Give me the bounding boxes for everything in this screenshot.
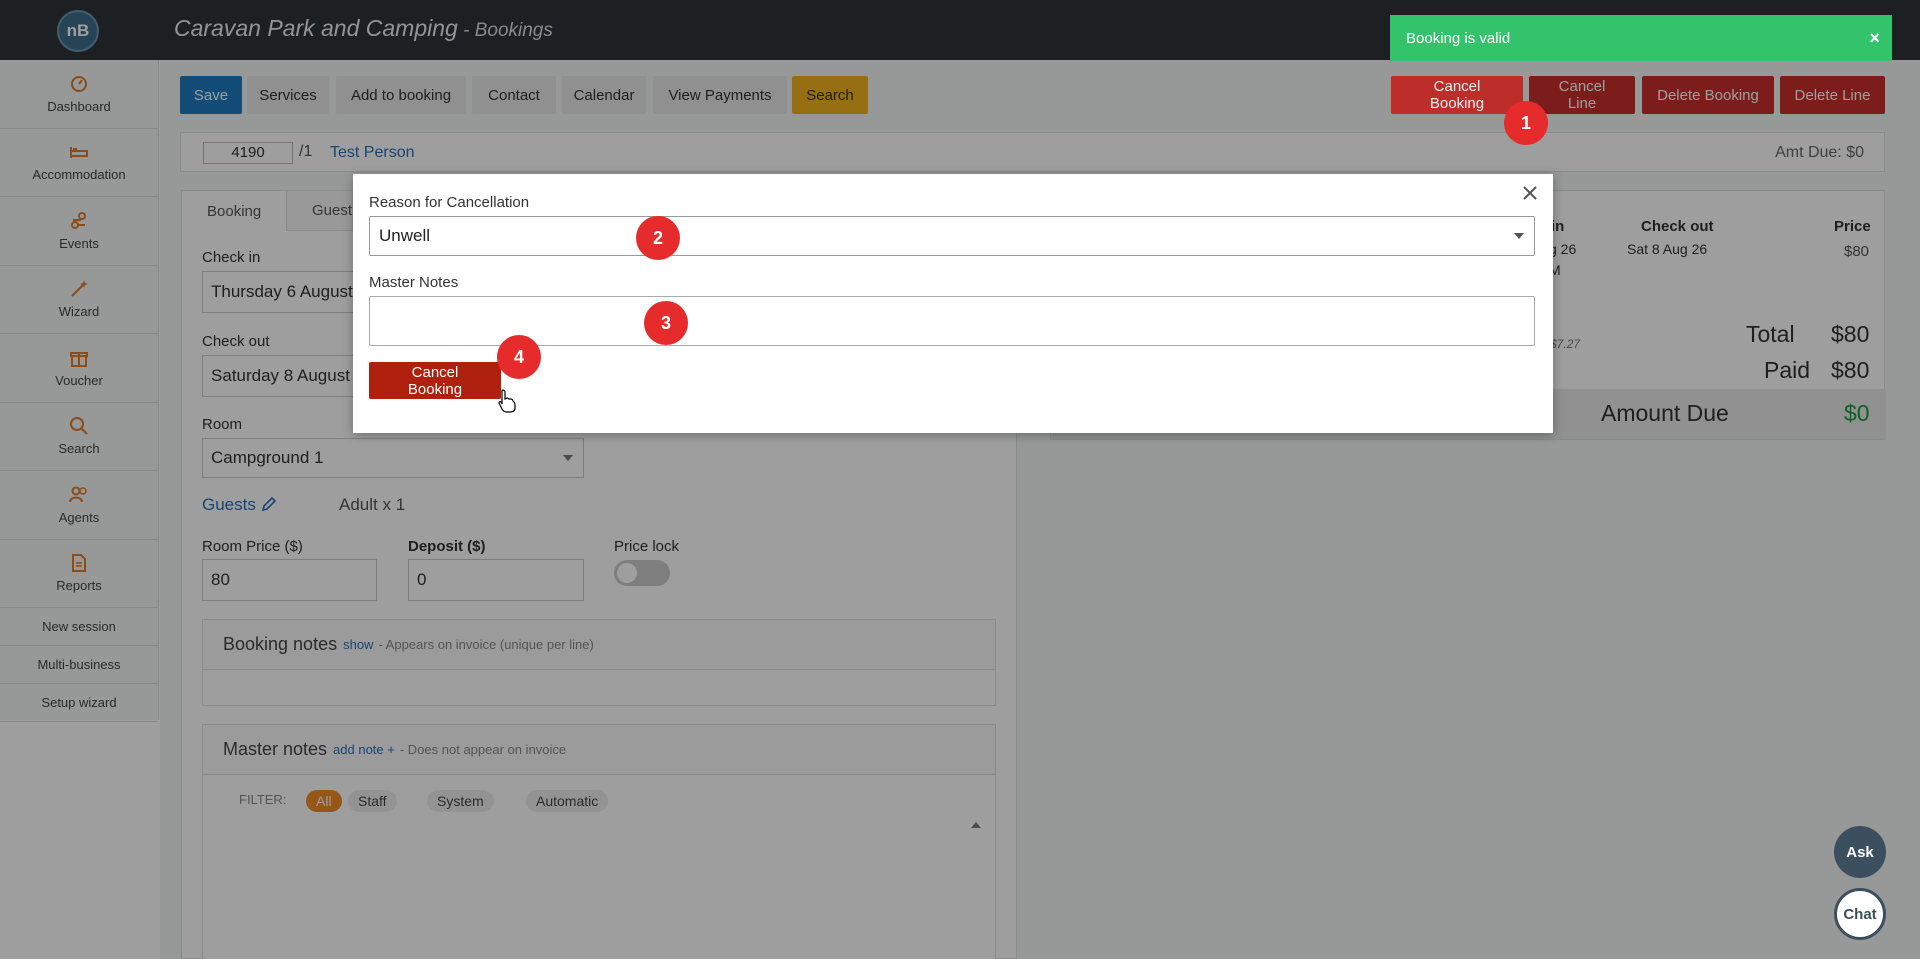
step-badge-3: 3: [644, 301, 688, 345]
chat-button[interactable]: Chat: [1834, 888, 1886, 940]
chevron-down-icon: [1514, 233, 1524, 239]
step-badge-2: 2: [636, 216, 680, 260]
toast-message: Booking is valid: [1406, 29, 1511, 47]
modal-cancel-booking-button[interactable]: Cancel Booking: [369, 362, 501, 399]
close-icon: [1523, 186, 1537, 200]
cancel-booking-modal: Reason for Cancellation Unwell Master No…: [353, 174, 1553, 433]
master-notes-label: Master Notes: [369, 274, 459, 291]
success-toast: Booking is valid ×: [1390, 15, 1892, 61]
modal-backdrop[interactable]: [0, 0, 1920, 959]
ask-button[interactable]: Ask: [1834, 826, 1886, 878]
cancel-booking-button-highlight[interactable]: Cancel Booking: [1391, 76, 1523, 114]
toast-close-button[interactable]: ×: [1869, 28, 1880, 49]
reason-select[interactable]: Unwell: [369, 216, 1535, 256]
hand-cursor-icon: [498, 389, 516, 413]
reason-select-value: Unwell: [379, 226, 431, 245]
master-notes-textarea[interactable]: [369, 296, 1535, 346]
step-badge-1: 1: [1504, 101, 1548, 145]
reason-label: Reason for Cancellation: [369, 194, 530, 211]
step-badge-4: 4: [497, 335, 541, 379]
modal-close-button[interactable]: [1519, 182, 1541, 204]
